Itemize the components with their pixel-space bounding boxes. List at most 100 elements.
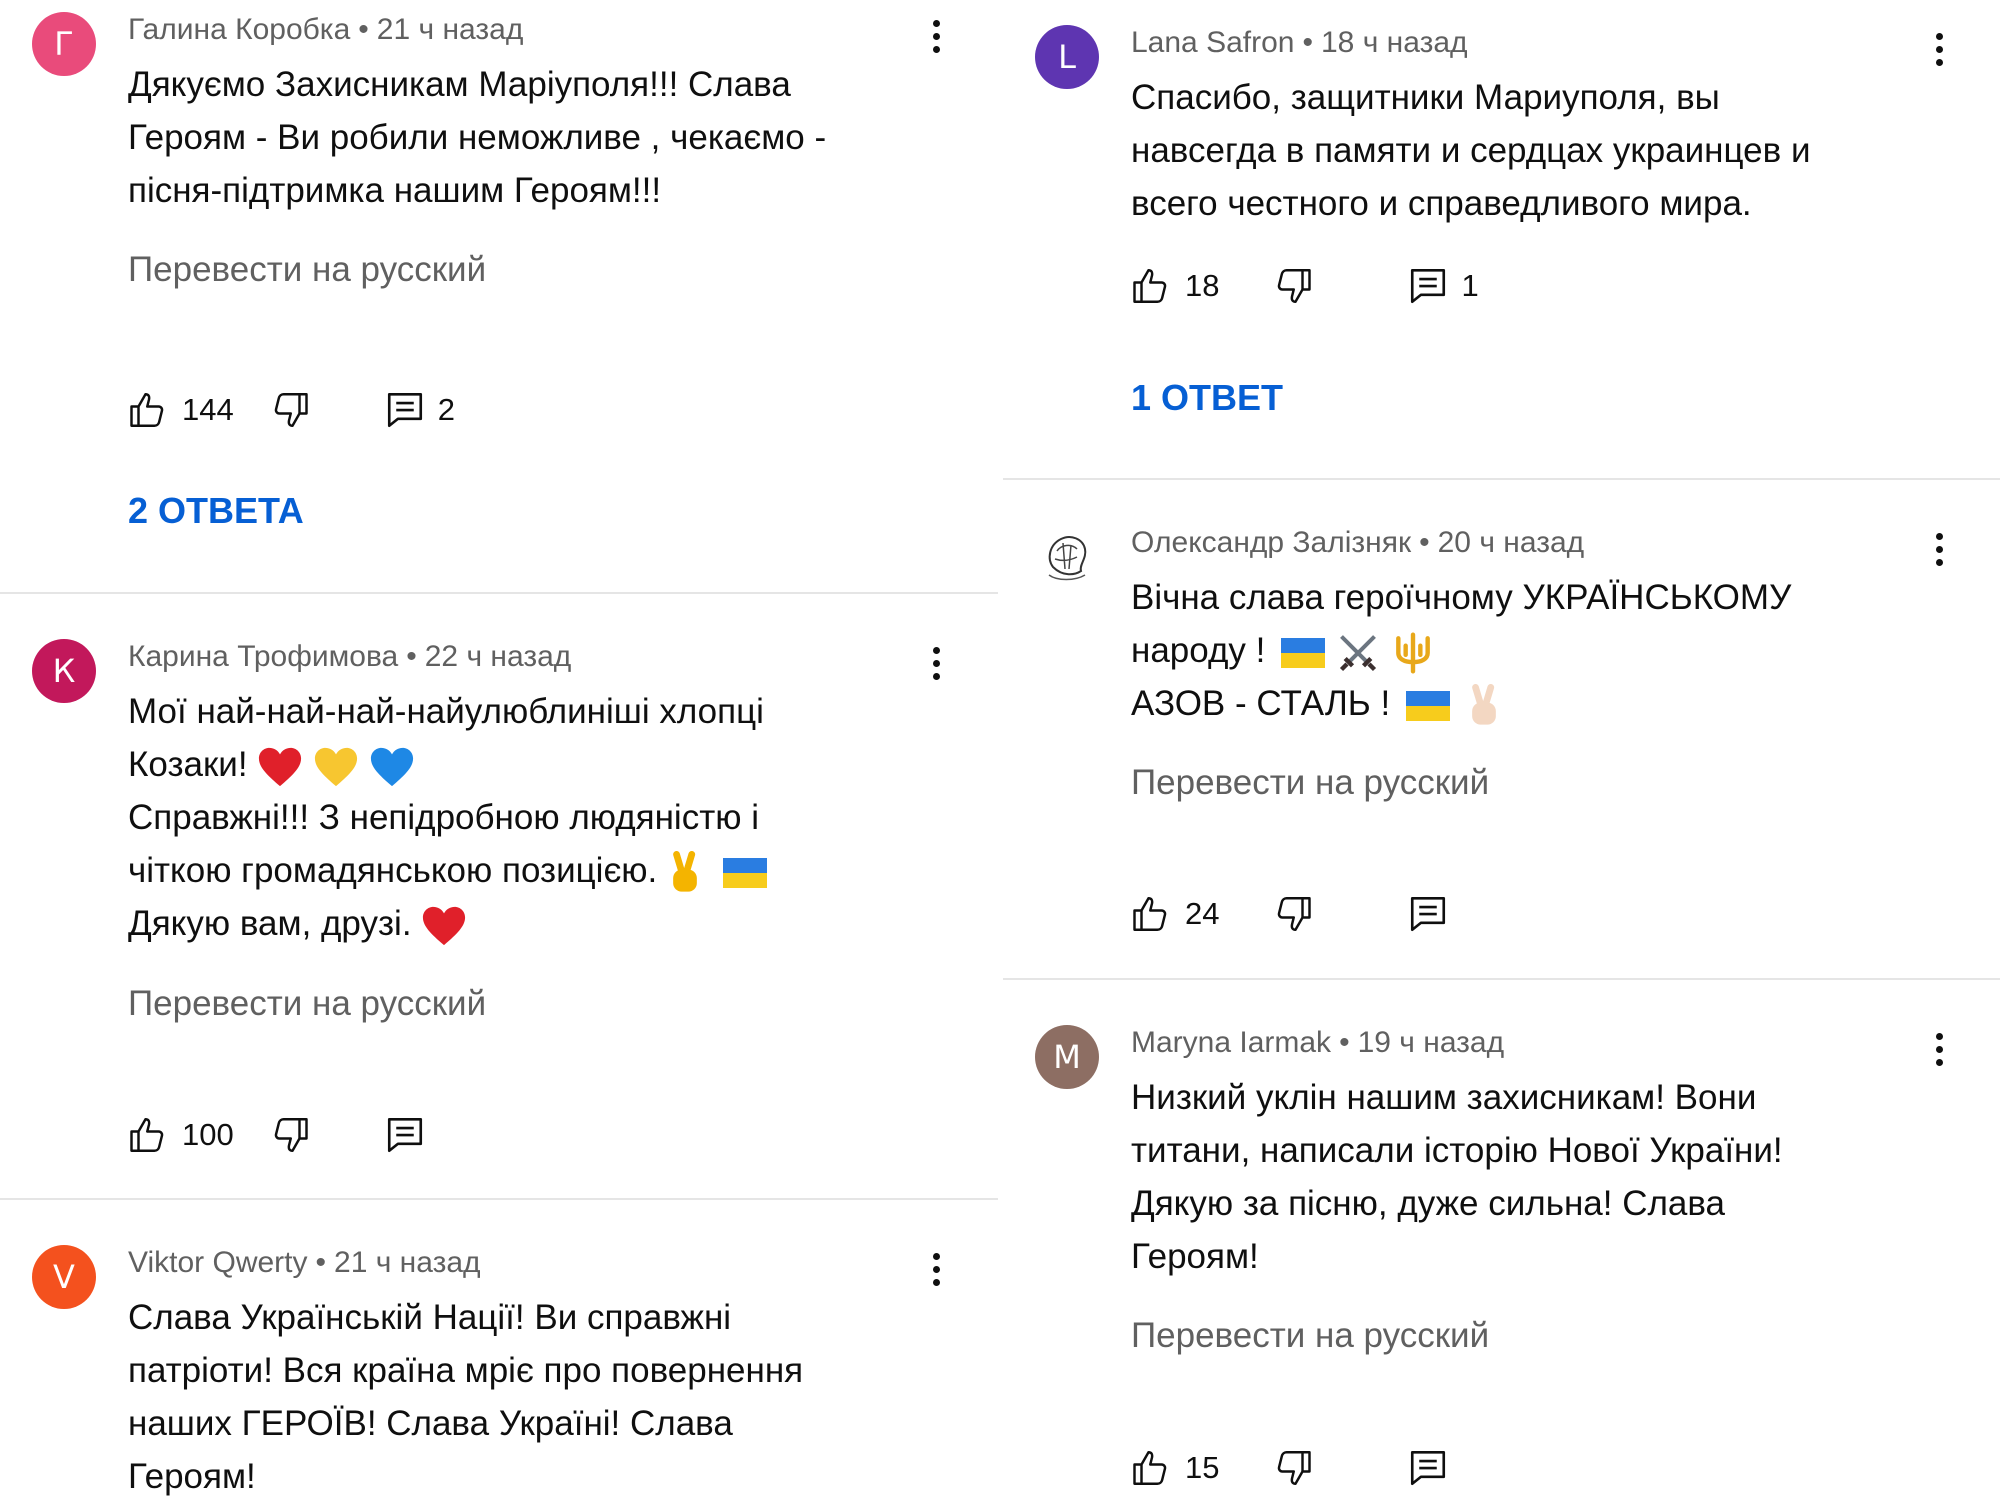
comment: V Viktor Qwerty • 21 ч назад Слава Українс… — [0, 1243, 998, 1502]
heart-icon — [370, 747, 413, 786]
heart-icon — [314, 747, 358, 786]
comment-actions: 18 1 — [1131, 261, 1479, 311]
comment-header: Галина Коробка • 21 ч назад — [128, 10, 523, 50]
like-count: 144 — [182, 392, 234, 427]
more-vert-icon[interactable] — [1929, 1029, 1949, 1073]
like-icon — [130, 393, 164, 427]
translate-link[interactable]: Перевести на русский — [128, 984, 486, 1024]
ukraine-flag-icon — [722, 857, 767, 888]
comment: M Maryna Iarmak • 19 ч назад Низкий уклін … — [1003, 1023, 2000, 1502]
author-name[interactable]: Viktor Qwerty — [128, 1246, 308, 1279]
avatar[interactable]: L — [1035, 25, 1099, 89]
divider — [0, 1198, 998, 1200]
ukraine-flag-icon — [1405, 690, 1450, 721]
author-name[interactable]: Lana Safron — [1131, 26, 1294, 59]
reply-icon — [1411, 896, 1446, 932]
like-icon — [1133, 897, 1167, 931]
reply-button[interactable] — [1407, 1447, 1449, 1489]
reply-button[interactable] — [384, 1114, 426, 1156]
comment: Г Галина Коробка • 21 ч назад Дякуємо Захи… — [0, 10, 998, 590]
separator-dot: • — [1339, 1026, 1350, 1059]
avatar — [1048, 536, 1087, 581]
avatar[interactable]: К — [32, 639, 96, 703]
reply-button[interactable]: 1 — [1407, 265, 1479, 307]
dislike-icon — [1278, 269, 1312, 303]
timestamp[interactable]: 22 ч назад — [425, 640, 572, 673]
comment-header: Viktor Qwerty • 21 ч назад — [128, 1243, 481, 1283]
left-column: Г Галина Коробка • 21 ч назад Дякуємо Захи… — [0, 0, 998, 1502]
author-name[interactable]: Олександр Залізняк — [1131, 526, 1411, 559]
divider — [0, 592, 998, 594]
view-replies-link[interactable]: 2 ОТВЕТА — [128, 490, 304, 532]
reply-icon — [1411, 1450, 1446, 1486]
translate-link[interactable]: Перевести на русский — [128, 250, 486, 290]
victory-hand-icon — [673, 850, 697, 892]
dislike-button[interactable] — [1271, 265, 1313, 307]
comment: L Lana Safron • 18 ч назад Спасибо, защитн… — [1003, 23, 2000, 473]
reply-count: 1 — [1461, 268, 1479, 303]
more-vert-icon[interactable] — [926, 643, 946, 687]
like-icon — [1133, 269, 1167, 303]
comment-actions: 144 2 — [128, 385, 455, 435]
comment-text: Дякуємо Захисникам Маріуполя!!! Слава Ге… — [128, 65, 827, 210]
like-button[interactable]: 144 — [128, 389, 234, 431]
separator-dot: • — [358, 13, 369, 46]
avatar[interactable]: V — [32, 1245, 96, 1309]
like-button[interactable]: 15 — [1131, 1447, 1219, 1489]
timestamp[interactable]: 21 ч назад — [334, 1246, 481, 1279]
comment-text: Низкий уклін нашим захисникам! Вони тита… — [1131, 1078, 1783, 1276]
dislike-button[interactable] — [1271, 893, 1313, 935]
avatar[interactable]: M — [1035, 1025, 1099, 1089]
more-vert-icon[interactable] — [1929, 29, 1949, 73]
sketch-avatar-icon[interactable] — [1035, 523, 1099, 587]
reply-button[interactable] — [1407, 893, 1449, 935]
like-count: 15 — [1185, 1450, 1220, 1485]
timestamp[interactable]: 19 ч назад — [1358, 1026, 1505, 1059]
like-button[interactable]: 100 — [128, 1114, 234, 1156]
comment-header: Карина Трофимова • 22 ч назад — [128, 637, 571, 677]
divider — [1003, 478, 2000, 480]
dislike-button[interactable] — [268, 1114, 310, 1156]
heart-icon — [259, 747, 302, 786]
reply-button[interactable]: 2 — [384, 389, 455, 431]
comment: К Карина Трофимова • 22 ч назад Мої най-на… — [0, 637, 998, 1187]
like-button[interactable]: 24 — [1131, 893, 1219, 935]
like-count: 18 — [1185, 268, 1220, 303]
dislike-button[interactable] — [1271, 1447, 1313, 1489]
victory-hand-icon — [1471, 683, 1496, 725]
view-replies-link[interactable]: 1 ОТВЕТ — [1131, 377, 1283, 419]
dislike-icon — [1278, 1451, 1312, 1485]
comment: Олександр Залізняк • 20 ч назад Вічна слав… — [1003, 523, 2000, 973]
more-vert-icon[interactable] — [926, 16, 946, 60]
more-vert-icon[interactable] — [1929, 529, 1949, 573]
avatar[interactable]: Г — [32, 12, 96, 76]
reply-count: 2 — [437, 392, 455, 427]
comment-header: Maryna Iarmak • 19 ч назад — [1131, 1023, 1504, 1063]
divider — [1003, 978, 2000, 980]
dislike-button[interactable] — [268, 389, 310, 431]
trident-icon — [1395, 632, 1430, 674]
heart-icon — [423, 906, 466, 945]
comment-header: Олександр Залізняк • 20 ч назад — [1131, 523, 1584, 563]
like-icon — [1133, 1451, 1167, 1485]
reply-icon — [387, 392, 422, 428]
translate-link[interactable]: Перевести на русский — [1131, 1316, 1489, 1356]
author-name[interactable]: Карина Трофимова — [128, 640, 398, 673]
author-name[interactable]: Галина Коробка — [128, 13, 350, 46]
translate-link[interactable]: Перевести на русский — [1131, 763, 1489, 803]
dislike-icon — [1278, 897, 1312, 931]
reply-icon — [387, 1117, 422, 1153]
comment-actions: 24 — [1131, 889, 1449, 939]
timestamp[interactable]: 21 ч назад — [377, 13, 524, 46]
more-vert-icon[interactable] — [926, 1249, 946, 1293]
separator-dot: • — [406, 640, 417, 673]
comment-header: Lana Safron • 18 ч назад — [1131, 23, 1468, 63]
crossed-swords-icon — [1339, 634, 1376, 671]
author-name[interactable]: Maryna Iarmak — [1131, 1026, 1331, 1059]
dislike-icon — [274, 393, 308, 427]
timestamp[interactable]: 18 ч назад — [1321, 26, 1468, 59]
like-button[interactable]: 18 — [1131, 265, 1219, 307]
timestamp[interactable]: 20 ч назад — [1438, 526, 1585, 559]
comment-text: Мої най-най-най-найулюблиніші хлопці Коз… — [128, 685, 958, 950]
comment-actions: 100 — [128, 1110, 426, 1160]
